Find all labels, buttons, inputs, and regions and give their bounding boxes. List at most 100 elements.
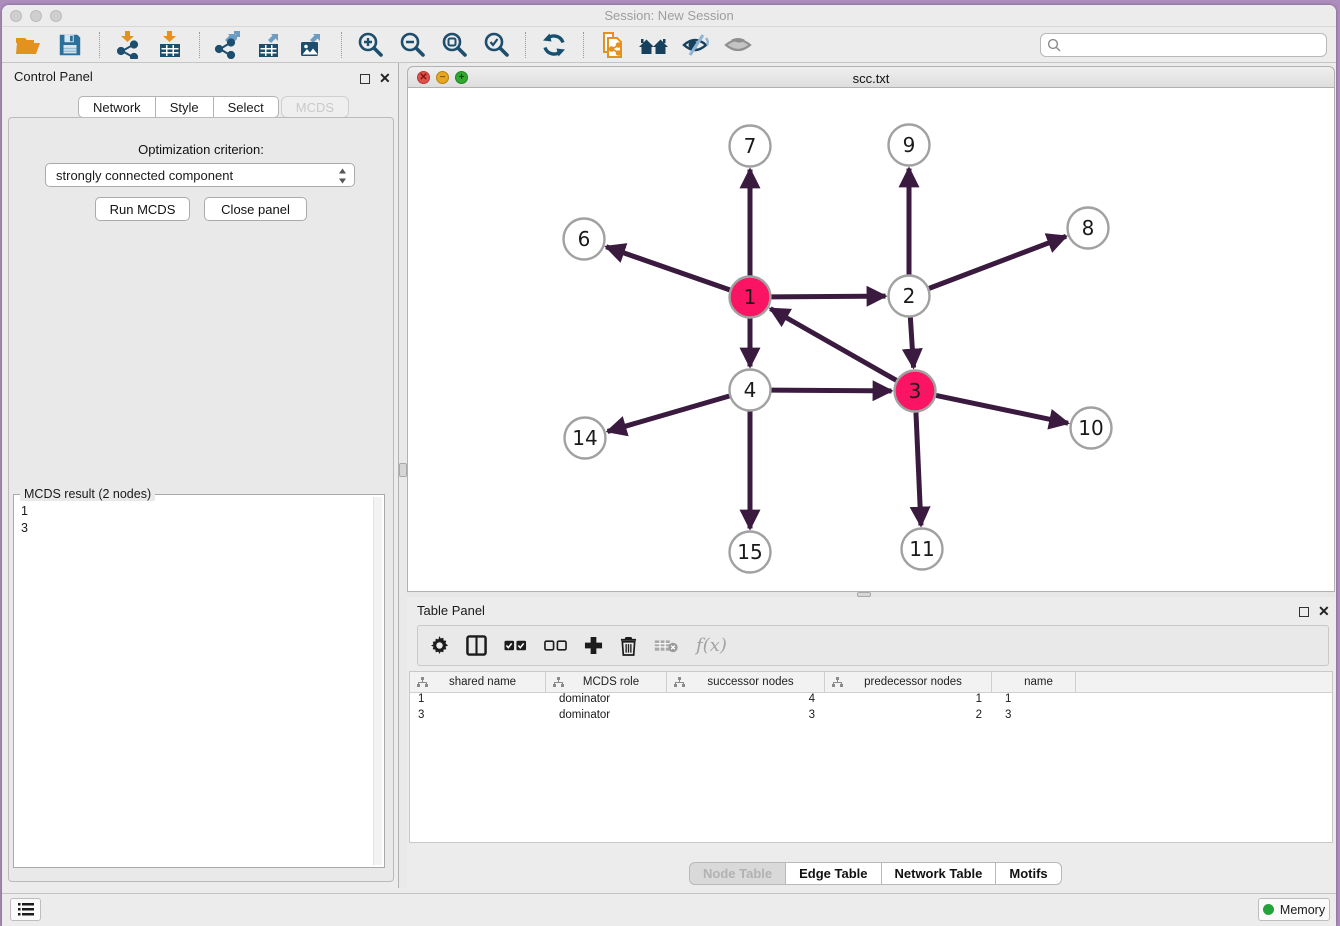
graph-node-label: 8: [1082, 216, 1095, 240]
import-table-icon[interactable]: [154, 29, 186, 61]
network-window-titlebar[interactable]: ✕ − + scc.txt: [407, 66, 1335, 88]
run-mcds-button[interactable]: Run MCDS: [95, 197, 190, 221]
graph-edge-2-8[interactable]: [929, 236, 1066, 288]
column-header-predecessor-nodes[interactable]: predecessor nodes: [825, 672, 992, 692]
table-row[interactable]: 1dominator411: [410, 693, 1332, 709]
app-window: Session: New Session: [2, 5, 1336, 926]
graph-node-4[interactable]: 4: [730, 370, 771, 411]
graph-node-1[interactable]: 1: [730, 277, 771, 318]
table-cell[interactable]: dominator: [546, 709, 667, 725]
graph-edge-3-10[interactable]: [936, 395, 1068, 423]
network-canvas[interactable]: 7 9 6 8 1 2 4 3 14 10 15 11: [407, 88, 1335, 592]
toolbar-separator: [525, 32, 526, 58]
vertical-splitter[interactable]: [398, 63, 407, 888]
graph-edge-1-6[interactable]: [606, 247, 730, 290]
table-cell[interactable]: 1: [992, 693, 1076, 709]
tab-network-table[interactable]: Network Table: [882, 862, 997, 885]
show-column-icon[interactable]: [466, 635, 487, 656]
table-cell[interactable]: 3: [992, 709, 1076, 725]
node-table: shared nameMCDS rolesuccessor nodesprede…: [409, 671, 1333, 843]
memory-status-dot: [1263, 904, 1274, 915]
horizontal-splitter-thumb[interactable]: [857, 592, 871, 597]
settings-icon[interactable]: [430, 636, 449, 655]
control-panel-float-icon[interactable]: [360, 74, 370, 84]
criterion-dropdown[interactable]: strongly connected component: [45, 163, 355, 187]
export-table-icon[interactable]: [254, 29, 286, 61]
table-cell[interactable]: dominator: [546, 693, 667, 709]
zoom-fit-icon[interactable]: [438, 29, 470, 61]
toolbar-separator: [199, 32, 200, 58]
graph-node-11[interactable]: 11: [902, 529, 943, 570]
task-history-button[interactable]: [10, 898, 41, 921]
graph-node-label: 2: [903, 284, 916, 308]
graph-node-15[interactable]: 15: [730, 532, 771, 573]
tab-select[interactable]: Select: [214, 96, 279, 118]
search-icon: [1047, 38, 1061, 52]
tab-node-table[interactable]: Node Table: [689, 862, 786, 885]
graph-edge-2-3[interactable]: [910, 317, 913, 367]
graph-node-3[interactable]: 3: [895, 371, 936, 412]
graph-edge-3-11[interactable]: [916, 412, 921, 525]
mcds-result-title: MCDS result (2 nodes): [20, 487, 155, 501]
table-cell[interactable]: 3: [410, 709, 546, 725]
refresh-view-icon[interactable]: [538, 29, 570, 61]
zoom-out-icon[interactable]: [396, 29, 428, 61]
horizontal-splitter[interactable]: [407, 592, 1335, 597]
vertical-splitter-thumb[interactable]: [399, 463, 407, 477]
table-cell[interactable]: 1: [410, 693, 546, 709]
graph-node-14[interactable]: 14: [565, 418, 606, 459]
control-panel-close-icon[interactable]: ✕: [379, 73, 391, 83]
graph-node-7[interactable]: 7: [730, 126, 771, 167]
control-panel-tabs: NetworkStyleSelectMCDS: [78, 96, 349, 118]
tab-edge-table[interactable]: Edge Table: [786, 862, 881, 885]
tab-motifs[interactable]: Motifs: [996, 862, 1061, 885]
table-panel-float-icon[interactable]: [1299, 607, 1309, 617]
graph-edge-1-2[interactable]: [771, 296, 885, 297]
first-neighbors-icon[interactable]: [638, 29, 670, 61]
column-header-successor-nodes[interactable]: successor nodes: [667, 672, 825, 692]
export-network-icon[interactable]: [212, 29, 244, 61]
save-session-icon[interactable]: [54, 29, 86, 61]
graph-edge-3-1[interactable]: [770, 309, 896, 381]
graph-edge-4-14[interactable]: [608, 396, 730, 431]
graph-node-2[interactable]: 2: [889, 276, 930, 317]
table-cell[interactable]: 3: [667, 709, 825, 725]
table-cell[interactable]: 1: [825, 693, 992, 709]
clone-network-icon[interactable]: [596, 29, 628, 61]
tab-network[interactable]: Network: [78, 96, 156, 118]
column-header-mcds-role[interactable]: MCDS role: [546, 672, 667, 692]
import-network-icon[interactable]: [112, 29, 144, 61]
result-scrollbar[interactable]: [373, 497, 382, 865]
graph-node-10[interactable]: 10: [1071, 408, 1112, 449]
table-cell[interactable]: 4: [667, 693, 825, 709]
delete-selected-icon[interactable]: [620, 636, 637, 656]
table-panel-tabs: Node TableEdge TableNetwork TableMotifs: [689, 862, 1062, 885]
zoom-selected-icon[interactable]: [480, 29, 512, 61]
open-session-icon[interactable]: [12, 29, 44, 61]
memory-button[interactable]: Memory: [1258, 898, 1330, 921]
graph-node-6[interactable]: 6: [564, 219, 605, 260]
create-new-icon[interactable]: [584, 636, 603, 655]
select-all-rows-icon[interactable]: [504, 640, 527, 651]
table-cell[interactable]: 2: [825, 709, 992, 725]
table-panel-close-icon[interactable]: ✕: [1318, 606, 1330, 616]
export-image-icon[interactable]: [296, 29, 328, 61]
graph-edge-4-3[interactable]: [771, 390, 891, 391]
hide-graphics-details-icon[interactable]: [680, 29, 712, 61]
close-panel-button[interactable]: Close panel: [204, 197, 307, 221]
tab-mcds[interactable]: MCDS: [281, 96, 349, 118]
column-header-name[interactable]: name: [992, 672, 1076, 692]
zoom-in-icon[interactable]: [354, 29, 386, 61]
show-graphics-details-icon: [722, 29, 754, 61]
table-row[interactable]: 3dominator323: [410, 709, 1332, 725]
memory-label: Memory: [1280, 903, 1325, 917]
graph-node-9[interactable]: 9: [889, 125, 930, 166]
toolbar-separator: [583, 32, 584, 58]
column-header-shared-name[interactable]: shared name: [410, 672, 546, 692]
search-input[interactable]: [1040, 33, 1327, 57]
deselect-all-rows-icon[interactable]: [544, 640, 567, 651]
tab-style[interactable]: Style: [156, 96, 214, 118]
mcds-result-item: 3: [21, 520, 373, 537]
node-table-body: 1dominator4113dominator323: [410, 693, 1332, 725]
graph-node-8[interactable]: 8: [1068, 208, 1109, 249]
